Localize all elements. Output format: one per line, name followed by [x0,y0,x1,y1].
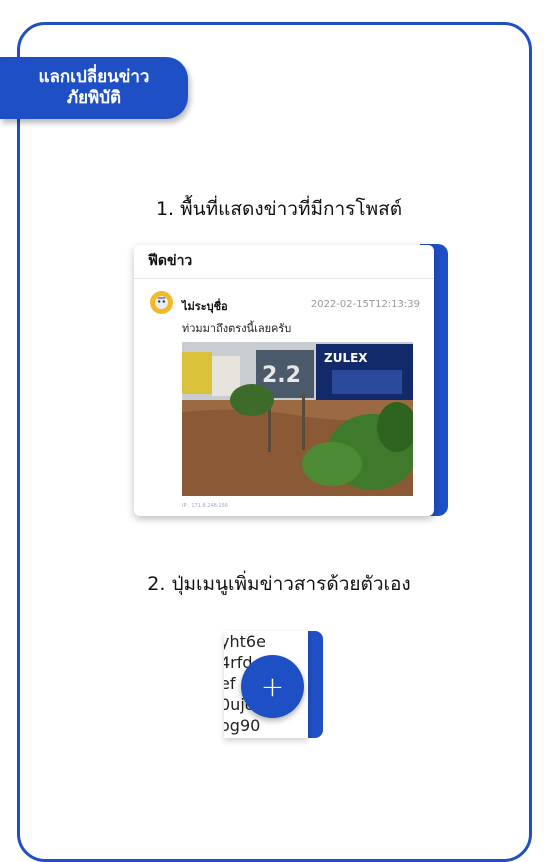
title-ribbon: แลกเปลี่ยนข่าว ภัยพิบัติ [0,57,188,119]
ribbon-title-line1: แลกเปลี่ยนข่าว [38,67,150,87]
news-feed-card: ฟีดข่าว ไม่ระบุชื่อ 2022-02-15T12:13:39 … [134,245,434,516]
section1-title: 1. พื้นที่แสดงข่าวที่มีการโพสต์ [155,198,403,220]
feed-header: ฟีดข่าว [134,245,434,279]
section2-title: 2. ปุ่มเมนูเพิ่มข่าวสารด้วยตัวเอง [147,573,411,595]
post-ip-address: IP : 171.6.248.156 [182,503,228,509]
preview-text-line: yht6e [224,632,266,651]
post-message: ท่วมมาถึงตรงนี้เลยครับ [182,322,292,335]
post-author[interactable]: ไม่ระบุชื่อ [182,297,228,315]
post-photo[interactable]: 2.2 ZULEX [182,342,413,496]
billboard-text: ZULEX [324,351,368,365]
post-timestamp: 2022-02-15T12:13:39 [310,299,420,310]
preview-text-line: og90 [224,716,261,735]
add-news-fab-button[interactable]: + [241,655,304,718]
svg-text:2.2: 2.2 [262,363,301,388]
user-avatar-icon[interactable] [150,291,173,314]
ribbon-title-line2: ภัยพิบัติ [66,88,122,108]
